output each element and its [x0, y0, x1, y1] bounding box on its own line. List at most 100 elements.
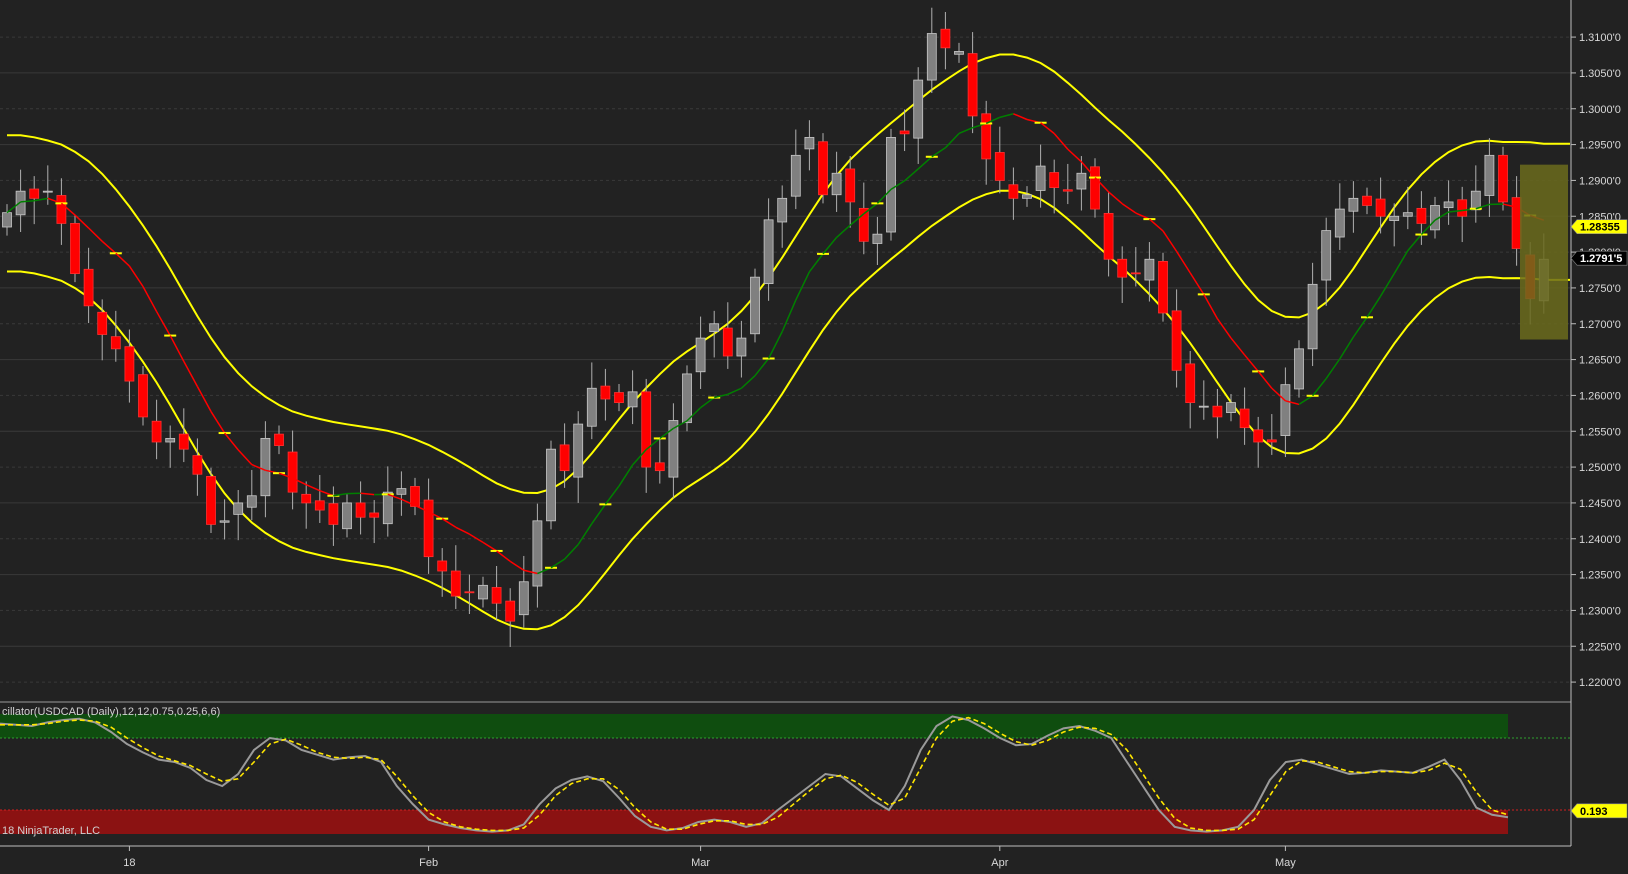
candle-body [1253, 429, 1264, 443]
candle-body [627, 391, 638, 408]
candle-body [573, 423, 584, 478]
candle-body [586, 387, 597, 427]
candle-body [450, 570, 461, 597]
candle-body [464, 591, 475, 594]
candle-body [342, 502, 352, 530]
candle-body [1022, 194, 1032, 199]
candle-body [1008, 184, 1019, 199]
candle-body [314, 500, 325, 511]
price-tick-label: 1.2550'0 [1579, 426, 1621, 438]
candle-body [1402, 212, 1413, 217]
candle-body [913, 79, 924, 139]
candle-body [1185, 363, 1196, 403]
candle-body [382, 491, 393, 525]
candle-body [15, 190, 26, 216]
candle-body [491, 587, 502, 604]
candle-body [260, 438, 271, 497]
candle-body [899, 130, 910, 135]
candle-body [396, 488, 407, 495]
candle-body [1375, 198, 1386, 217]
candle-body [1484, 154, 1495, 196]
candle-body [1362, 195, 1372, 206]
candle-body [1334, 208, 1345, 238]
candle-body [1294, 348, 1304, 390]
candle-body [614, 392, 624, 403]
lower-zone [0, 810, 1508, 834]
candle-body [97, 311, 108, 335]
candle-body [437, 560, 448, 572]
candle-body [1171, 310, 1182, 371]
price-tick-label: 1.2400'0 [1579, 534, 1621, 546]
candle-body [505, 600, 516, 622]
candle-body [872, 233, 883, 244]
candle-body [1212, 405, 1223, 418]
candle-body [1198, 405, 1209, 408]
candle-body [1144, 258, 1155, 281]
candle-body [83, 268, 94, 307]
candle-body [328, 503, 339, 525]
candle-body [70, 223, 80, 274]
candle-body [722, 327, 733, 357]
candle-body [1062, 189, 1073, 192]
candle-body [940, 28, 951, 49]
candle-body [1457, 199, 1468, 217]
time-tick-label: 18 [123, 857, 135, 869]
candle-body [1498, 154, 1508, 203]
candle-body [518, 581, 529, 616]
candle-body [1280, 384, 1291, 436]
candle-body [151, 420, 162, 443]
candle-body [274, 433, 284, 446]
candle-body [1307, 283, 1318, 350]
price-tick-label: 1.2900'0 [1579, 175, 1621, 187]
candle-body [682, 373, 692, 424]
candle-body [29, 188, 40, 199]
candle-body [1226, 402, 1236, 414]
price-tick-label: 1.2500'0 [1579, 462, 1621, 474]
candle-body [369, 512, 380, 518]
time-tick-label: Feb [419, 857, 438, 869]
candle-body [831, 172, 842, 196]
price-tick-label: 1.2600'0 [1579, 390, 1621, 402]
candle-body [138, 374, 148, 418]
candle-body [1416, 207, 1427, 224]
price-tick-label: 1.2250'0 [1579, 641, 1621, 653]
candle-body [886, 137, 896, 233]
time-tick-label: Mar [691, 857, 710, 869]
candle-body [1035, 165, 1046, 191]
price-tick-label: 1.2350'0 [1579, 570, 1621, 582]
candle-body [178, 433, 189, 450]
candle-body [790, 154, 801, 197]
candle-body [2, 212, 12, 228]
candle-body [763, 219, 774, 285]
chart-canvas[interactable]: 1.3100'0 1.3050'0 1.3000'0 1.2950'0 1.2900'0… [0, 0, 1628, 874]
candle-body [954, 51, 964, 55]
candle-body [1266, 439, 1277, 443]
candle-body [750, 276, 760, 335]
candle-body [994, 152, 1005, 181]
candle-body [478, 584, 488, 600]
upper-zone [0, 714, 1508, 738]
candle-body [709, 323, 720, 333]
candle-body [600, 385, 611, 400]
candle-body [967, 53, 978, 117]
candle-body [1321, 230, 1332, 281]
price-tick-label: 1.2200'0 [1579, 677, 1621, 689]
price-badge-text: 1.28355 [1580, 222, 1620, 234]
candle-body [1511, 197, 1522, 249]
candle-body [124, 346, 135, 382]
time-tick-label: Apr [991, 857, 1008, 869]
candle-body [736, 337, 747, 357]
candle-body [287, 451, 298, 493]
price-tick-label: 1.3050'0 [1579, 68, 1621, 80]
candle-body [301, 493, 312, 504]
candle-body [641, 391, 652, 468]
price-badge-text: 1.2791'5 [1580, 253, 1622, 265]
indicator-label: cillator(USDCAD (Daily),12,12,0.75,0.25,… [2, 706, 220, 718]
price-tick-label: 1.2750'0 [1579, 283, 1621, 295]
candle-body [1158, 260, 1168, 314]
candle-body [559, 444, 570, 472]
candle-body [423, 499, 434, 558]
price-range-highlight [1520, 164, 1568, 340]
candle-body [1049, 172, 1060, 188]
copyright-label: 18 NinjaTrader, LLC [2, 825, 100, 837]
